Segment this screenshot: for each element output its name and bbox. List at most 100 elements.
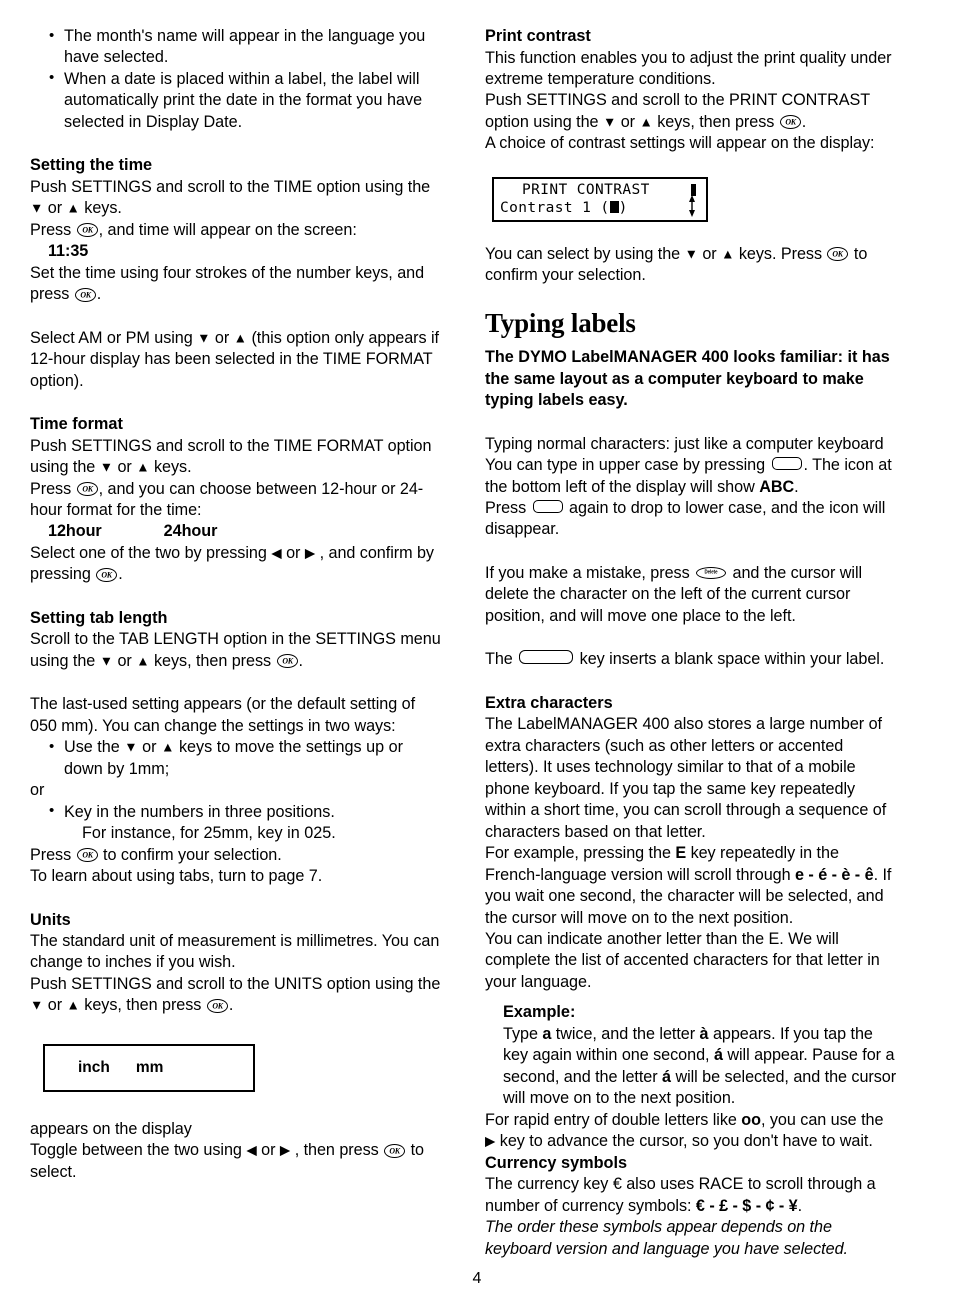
heading-setting-the-time: Setting the time xyxy=(30,156,153,175)
left-column: The month's name will appear in the lang… xyxy=(30,26,443,1183)
text-fragment: key inserts a blank space within your la… xyxy=(579,650,885,669)
units-option-mm: mm xyxy=(135,1058,164,1076)
up-arrow-icon: ▲ xyxy=(161,739,175,755)
tab-length-bullet-1: Use the ▼ or ▲ keys to move the settings… xyxy=(30,737,443,780)
text-fragment: Toggle between the two using xyxy=(30,1141,242,1160)
text-fragment: The currency key xyxy=(485,1175,609,1194)
text-fragment: or xyxy=(117,651,132,670)
text-fragment: Press xyxy=(30,220,72,239)
up-arrow-icon: ▲ xyxy=(66,200,80,216)
tab-length-or: or xyxy=(30,781,45,800)
heading-typing-labels: Typing labels xyxy=(485,307,636,338)
double-letter-oo-label: oo xyxy=(741,1110,761,1129)
print-contrast-intro: This function enables you to adjust the … xyxy=(485,48,892,88)
text-fragment: . xyxy=(794,477,799,496)
ok-key-icon xyxy=(206,998,228,1013)
up-arrow-icon: ▲ xyxy=(639,114,653,130)
time-value-display: 11:35 xyxy=(48,242,89,261)
right-arrow-icon: ▶ xyxy=(485,1133,496,1149)
text-fragment: keys, then press xyxy=(657,112,775,131)
text-fragment: ) xyxy=(618,199,628,216)
ok-key-icon xyxy=(74,287,96,302)
text-fragment: keys. xyxy=(84,199,122,218)
ok-key-icon xyxy=(779,115,801,130)
text-fragment: You can select by using the xyxy=(485,244,681,263)
up-arrow-icon: ▲ xyxy=(721,246,735,262)
option-24hour: 24hour xyxy=(163,522,218,541)
setting-time-step-4: press . xyxy=(30,284,443,305)
text-fragment: . xyxy=(96,285,102,304)
text-fragment: Press xyxy=(30,479,72,498)
text-fragment: . xyxy=(797,1196,803,1215)
intro-bullet-list: The month's name will appear in the lang… xyxy=(30,26,443,133)
down-arrow-icon: ▼ xyxy=(684,246,698,262)
right-arrow-icon: ▶ xyxy=(279,1142,291,1158)
print-contrast-lcd-figure: PRINT CONTRAST Contrast 1 () xyxy=(492,176,708,222)
down-arrow-icon: ▼ xyxy=(99,459,114,475)
heading-units: Units xyxy=(30,910,71,929)
example-paragraph: Type a twice, and the letter à appears. … xyxy=(503,1024,898,1110)
example-key-a: a xyxy=(542,1024,552,1043)
down-arrow-icon: ▼ xyxy=(99,653,114,669)
example-char-agrave: à xyxy=(699,1024,709,1043)
lcd-updown-scroll-icon xyxy=(689,194,695,217)
caps-lock-key-icon xyxy=(771,457,802,471)
print-contrast-step-1: Push SETTINGS and scroll to the PRINT CO… xyxy=(485,90,898,133)
text-fragment: Use the xyxy=(64,738,120,757)
tab-length-bullet-2-sub: For instance, for 25mm, key in 025. xyxy=(82,824,336,843)
accent-sequence-label: e - é - è - ê xyxy=(795,865,874,884)
tab-length-intro: The last-used setting appears (or the de… xyxy=(30,695,416,735)
text-fragment: key to advance the cursor, so you don't … xyxy=(499,1132,873,1151)
text-fragment: or xyxy=(620,112,636,131)
text-fragment: keys. Press xyxy=(738,244,822,263)
typing-normal-chars-line: Typing normal characters: just like a co… xyxy=(485,434,884,453)
heading-setting-tab-length: Setting tab length xyxy=(30,608,168,627)
left-arrow-icon: ◀ xyxy=(246,1142,257,1158)
option-12hour: 12hour xyxy=(48,522,102,541)
currency-symbol-list: € - £ - $ - ¢ - ¥ xyxy=(695,1196,798,1215)
down-arrow-icon: ▼ xyxy=(30,997,44,1013)
setting-time-step-3: Set the time using four strokes of the n… xyxy=(30,263,425,282)
right-column: Print contrast This function enables you… xyxy=(485,26,898,1260)
text-fragment: , you can use the xyxy=(760,1110,884,1129)
double-letters-paragraph: For rapid entry of double letters like o… xyxy=(485,1110,898,1153)
list-item: When a date is placed within a label, th… xyxy=(48,68,443,133)
units-display-figure: inch mm xyxy=(43,1043,255,1092)
text-fragment: Contrast 1 ( xyxy=(500,199,610,216)
delete-key-icon xyxy=(696,566,727,579)
text-fragment: For example, pressing the xyxy=(485,844,671,863)
text-fragment: or xyxy=(702,244,717,263)
list-item: Use the ▼ or ▲ keys to move the settings… xyxy=(48,737,443,780)
text-fragment: For rapid entry of double letters like xyxy=(485,1110,737,1129)
currency-symbols-paragraph: The currency key € also uses RACE to scr… xyxy=(485,1174,898,1217)
time-format-options: 12hour 24hour xyxy=(48,521,443,542)
tab-length-step-1: Scroll to the TAB LENGTH option in the S… xyxy=(30,629,443,672)
example-char-aacute-2: á xyxy=(662,1067,671,1086)
right-arrow-icon: ▶ xyxy=(304,545,316,561)
manual-page: The month's name will appear in the lang… xyxy=(0,0,954,1306)
text-fragment: If you make a mistake, press xyxy=(485,563,690,582)
text-fragment: Select one of the two by pressing xyxy=(30,543,267,562)
text-fragment: . xyxy=(298,651,304,670)
text-fragment: . xyxy=(228,996,234,1015)
abc-indicator-label: ABC xyxy=(759,477,795,496)
lcd-line-title: PRINT CONTRAST xyxy=(522,182,650,199)
text-fragment: Push SETTINGS and scroll to the TIME FOR… xyxy=(30,436,432,477)
text-fragment: or xyxy=(286,543,301,562)
text-fragment: Push SETTINGS and scroll to the UNITS op… xyxy=(30,974,441,993)
down-arrow-icon: ▼ xyxy=(197,330,211,346)
extra-characters-paragraph-3: You can indicate another letter than the… xyxy=(485,930,880,991)
space-key-instructions: The key inserts a blank space within you… xyxy=(485,649,898,670)
text-fragment: to confirm your selection. xyxy=(103,845,282,864)
ok-key-icon xyxy=(384,1143,406,1158)
text-fragment: Press xyxy=(485,499,527,517)
down-arrow-icon: ▼ xyxy=(30,200,44,216)
time-format-step-1: Push SETTINGS and scroll to the TIME FOR… xyxy=(30,436,443,479)
typing-labels-intro: The DYMO LabelMANAGER 400 looks familiar… xyxy=(485,348,890,410)
setting-time-step-2: Press , and time will appear on the scre… xyxy=(30,220,443,241)
text-fragment: or xyxy=(117,458,132,477)
units-option-inch: inch xyxy=(78,1058,110,1076)
text-fragment: . xyxy=(801,112,807,131)
text-fragment: keys, then press xyxy=(153,651,272,670)
text-fragment: Select AM or PM using xyxy=(30,328,193,347)
